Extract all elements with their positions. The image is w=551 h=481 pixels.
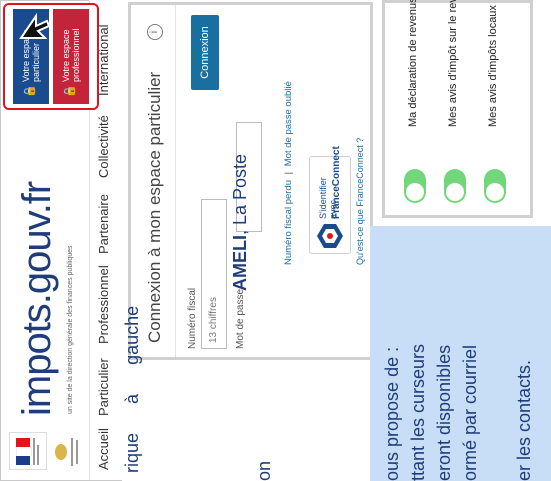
lock-icon: 🔒 — [24, 84, 36, 98]
doc-line-2: AMELI, La Poste — [230, 153, 250, 291]
setting-label: Mes avis d'impôt sur le revenu? — [447, 0, 459, 127]
impots-header: impots.gouv.fr un site de la direction g… — [0, 0, 124, 481]
rotated-document-page: impots.gouv.fr un site de la direction g… — [0, 0, 551, 481]
info-box: ous propose de : ttant les curseurs eron… — [370, 226, 551, 481]
doc-line-3: on — [254, 460, 274, 481]
info-line: er les contacts. — [514, 359, 534, 481]
nav-particulier[interactable]: Particulier — [96, 358, 111, 416]
ministry-logo — [51, 434, 85, 470]
connexion-button[interactable]: Connexion — [191, 15, 219, 90]
setting-label: Ma déclaration de revenus? — [407, 0, 419, 127]
lock-icon: 🔒 — [64, 84, 76, 98]
links-separator: | — [283, 171, 294, 175]
setting-label: Mes avis d'impôts locaux? — [487, 5, 499, 127]
votre-espace-professionnel-button[interactable]: 🔒 Votre espace professionnel — [53, 9, 89, 104]
info-icon[interactable]: i — [147, 24, 163, 40]
setting-row: Mes avis d'impôts locaux? — [481, 3, 509, 215]
franceconnect-logo-icon — [317, 224, 343, 248]
setting-row: Mes avis d'impôt sur le revenu? — [441, 0, 469, 215]
toggle-knob — [486, 183, 504, 201]
toggle-knob — [446, 183, 464, 201]
fiscal-number-input[interactable]: 13 chiffres — [201, 199, 227, 349]
info-line: ormé par courriel — [460, 344, 480, 481]
fc-question-link[interactable]: Qu'est-ce que FranceConnect ? — [355, 138, 365, 265]
fc-line2: FranceConnect — [331, 146, 342, 219]
nav-collectivite[interactable]: Collectivité — [96, 115, 111, 178]
toggle-knob — [406, 183, 424, 201]
site-tagline: un site de la direction générale des fin… — [67, 245, 74, 414]
franceconnect-button[interactable]: S'identifier avec FranceConnect — [309, 146, 351, 254]
marianne-logo — [9, 432, 47, 470]
notification-settings-panel: Ma déclaration de revenus? Mes avis d'im… — [382, 0, 533, 218]
account-highlight-box: 🔒 Votre espace particulier 🔒 Votre espac… — [3, 3, 99, 110]
fiscal-label: Numéro fiscal — [187, 287, 198, 349]
nav-partenaire[interactable]: Partenaire — [96, 194, 111, 254]
divider — [175, 5, 176, 357]
forgot-password-link[interactable]: Mot de passe oublié — [283, 81, 294, 166]
nav-accueil[interactable]: Accueil — [96, 428, 111, 470]
login-title: Connexion à mon espace particulier — [145, 71, 164, 343]
doc-line-1: rique à gauche — [122, 305, 142, 473]
info-line: ous propose de : — [382, 346, 402, 481]
site-logo-text[interactable]: impots.gouv.fr — [15, 182, 60, 416]
password-label: Mot de passe — [235, 288, 246, 349]
toggle-switch[interactable] — [444, 169, 466, 203]
nav-professionnel[interactable]: Professionnel — [96, 265, 111, 344]
btn-professionnel-label: Votre espace professionnel — [61, 28, 81, 82]
cursor-arrow-icon — [19, 12, 51, 39]
info-line: eront disponibles — [434, 344, 454, 481]
recovery-links: Numéro fiscal perdu | Mot de passe oubli… — [283, 81, 294, 265]
toggle-switch[interactable] — [404, 169, 426, 203]
lost-fiscal-link[interactable]: Numéro fiscal perdu — [283, 180, 294, 265]
info-line: ttant les curseurs — [408, 343, 428, 481]
toggle-switch[interactable] — [484, 169, 506, 203]
setting-row: Ma déclaration de revenus? — [401, 0, 429, 215]
